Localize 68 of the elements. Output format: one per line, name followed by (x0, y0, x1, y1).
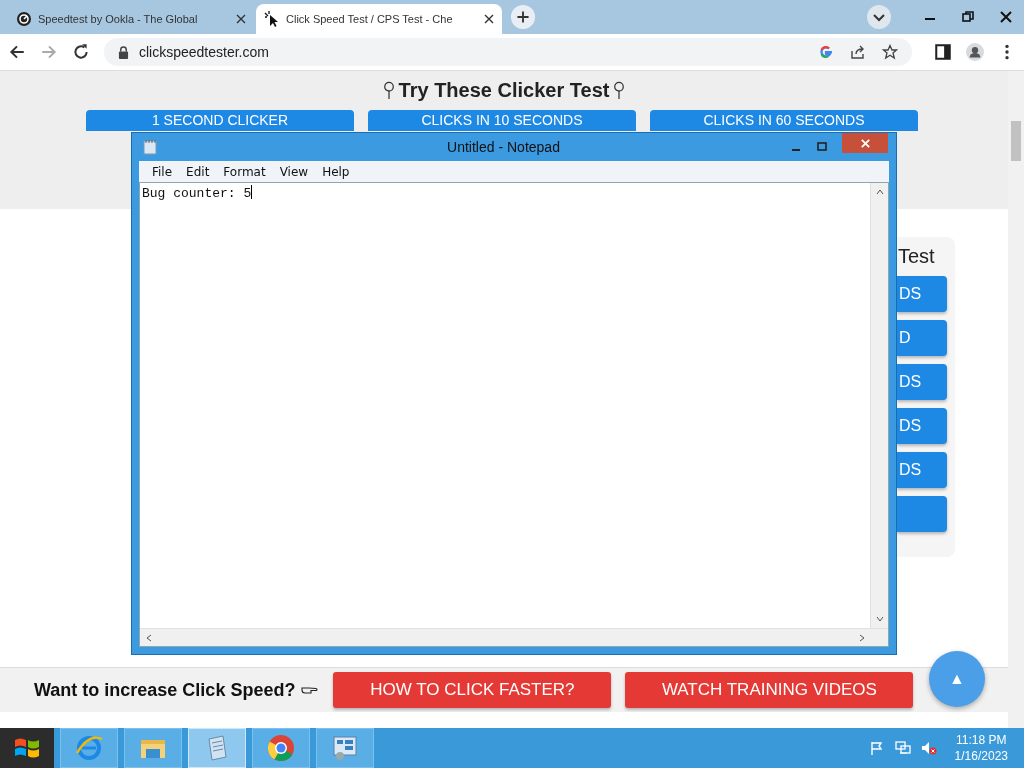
menu-item[interactable]: Help (315, 164, 357, 179)
chevron-down-icon[interactable] (866, 4, 892, 30)
scroll-up-icon[interactable] (874, 187, 885, 197)
size-grip[interactable] (871, 629, 888, 646)
profile-icon[interactable] (966, 43, 984, 61)
window-title: Untitled - Notepad (446, 139, 561, 155)
muted-speaker-icon[interactable] (920, 740, 937, 756)
address-bar[interactable]: clickspeedtester.com (104, 38, 912, 66)
google-icon[interactable] (818, 44, 834, 60)
lock-icon (118, 45, 129, 59)
tab-title: Click Speed Test / CPS Test - Che (286, 13, 454, 25)
test-button[interactable]: DS (897, 408, 947, 444)
star-icon[interactable] (882, 44, 898, 60)
section-heading: Try These Clicker Test (398, 79, 610, 102)
side-panel-icon[interactable] (934, 43, 952, 61)
notepad-icon[interactable] (143, 139, 157, 155)
scroll-left-icon[interactable] (144, 632, 154, 643)
panel-title: Test (897, 245, 935, 268)
start-button[interactable] (0, 728, 54, 768)
time-text: 11:18 PM (956, 732, 1007, 748)
maximize-icon[interactable] (816, 141, 828, 153)
new-tab-icon[interactable] (510, 4, 536, 30)
menu-item[interactable]: Edit (179, 164, 217, 179)
globe-e-icon (74, 733, 104, 763)
test-button[interactable]: 1 SECOND CLICKER (86, 110, 354, 131)
scrollbar[interactable] (140, 629, 871, 646)
scroll-down-icon[interactable] (874, 614, 885, 624)
close-icon[interactable] (484, 14, 494, 24)
reload-icon[interactable] (72, 43, 90, 61)
restore-icon[interactable] (962, 11, 974, 23)
pointing-hand-icon (301, 685, 320, 695)
link-button[interactable]: HOW TO CLICK FASTER? (333, 672, 612, 708)
test-button[interactable]: DS (897, 276, 947, 312)
close-icon (859, 137, 871, 149)
link-button[interactable]: WATCH TRAINING VIDEOS (625, 672, 914, 708)
test-button[interactable]: DS (897, 364, 947, 400)
prompt-text: Want to increase Click Speed? (34, 679, 296, 701)
browser-tab[interactable]: Speedtest by Ookla - The Global (8, 4, 254, 34)
back-icon[interactable] (8, 43, 26, 61)
menu-item[interactable]: Format (216, 164, 273, 179)
close-button[interactable] (842, 133, 888, 153)
menu-item[interactable]: View (272, 164, 316, 179)
date-text: 1/16/2023 (954, 748, 1008, 764)
scrollbar[interactable] (870, 183, 888, 628)
control-panel-icon (330, 733, 360, 763)
close-icon[interactable] (1000, 11, 1012, 23)
scroll-right-icon[interactable] (857, 632, 867, 643)
network-icon[interactable] (894, 740, 911, 756)
browser-tab[interactable]: Click Speed Test / CPS Test - Che (256, 4, 502, 34)
cursor-icon (264, 11, 280, 27)
scrollbar[interactable] (1008, 71, 1024, 728)
flag-icon[interactable] (868, 740, 885, 756)
browser-logo-icon (266, 733, 296, 763)
gauge-icon (16, 11, 32, 27)
tab-title: Speedtest by Ookla - The Global (38, 13, 199, 25)
close-icon[interactable] (236, 14, 246, 24)
share-icon[interactable] (850, 44, 866, 60)
pin-icon (613, 81, 626, 100)
test-button[interactable]: DS (897, 452, 947, 488)
test-button[interactable]: CLICKS IN 10 SECONDS (368, 110, 636, 131)
menu-item[interactable]: File (145, 164, 180, 179)
test-button[interactable]: CLICKS IN 60 SECONDS (650, 110, 918, 131)
taskbar-app-button[interactable] (252, 728, 310, 768)
test-button[interactable]: D (897, 320, 947, 356)
taskbar-app-button[interactable] (316, 728, 374, 768)
pin-icon (382, 81, 395, 100)
clock[interactable]: 11:18 PM 1/16/2023 (946, 728, 1024, 768)
url-text: clickspeedtester.com (139, 44, 269, 60)
